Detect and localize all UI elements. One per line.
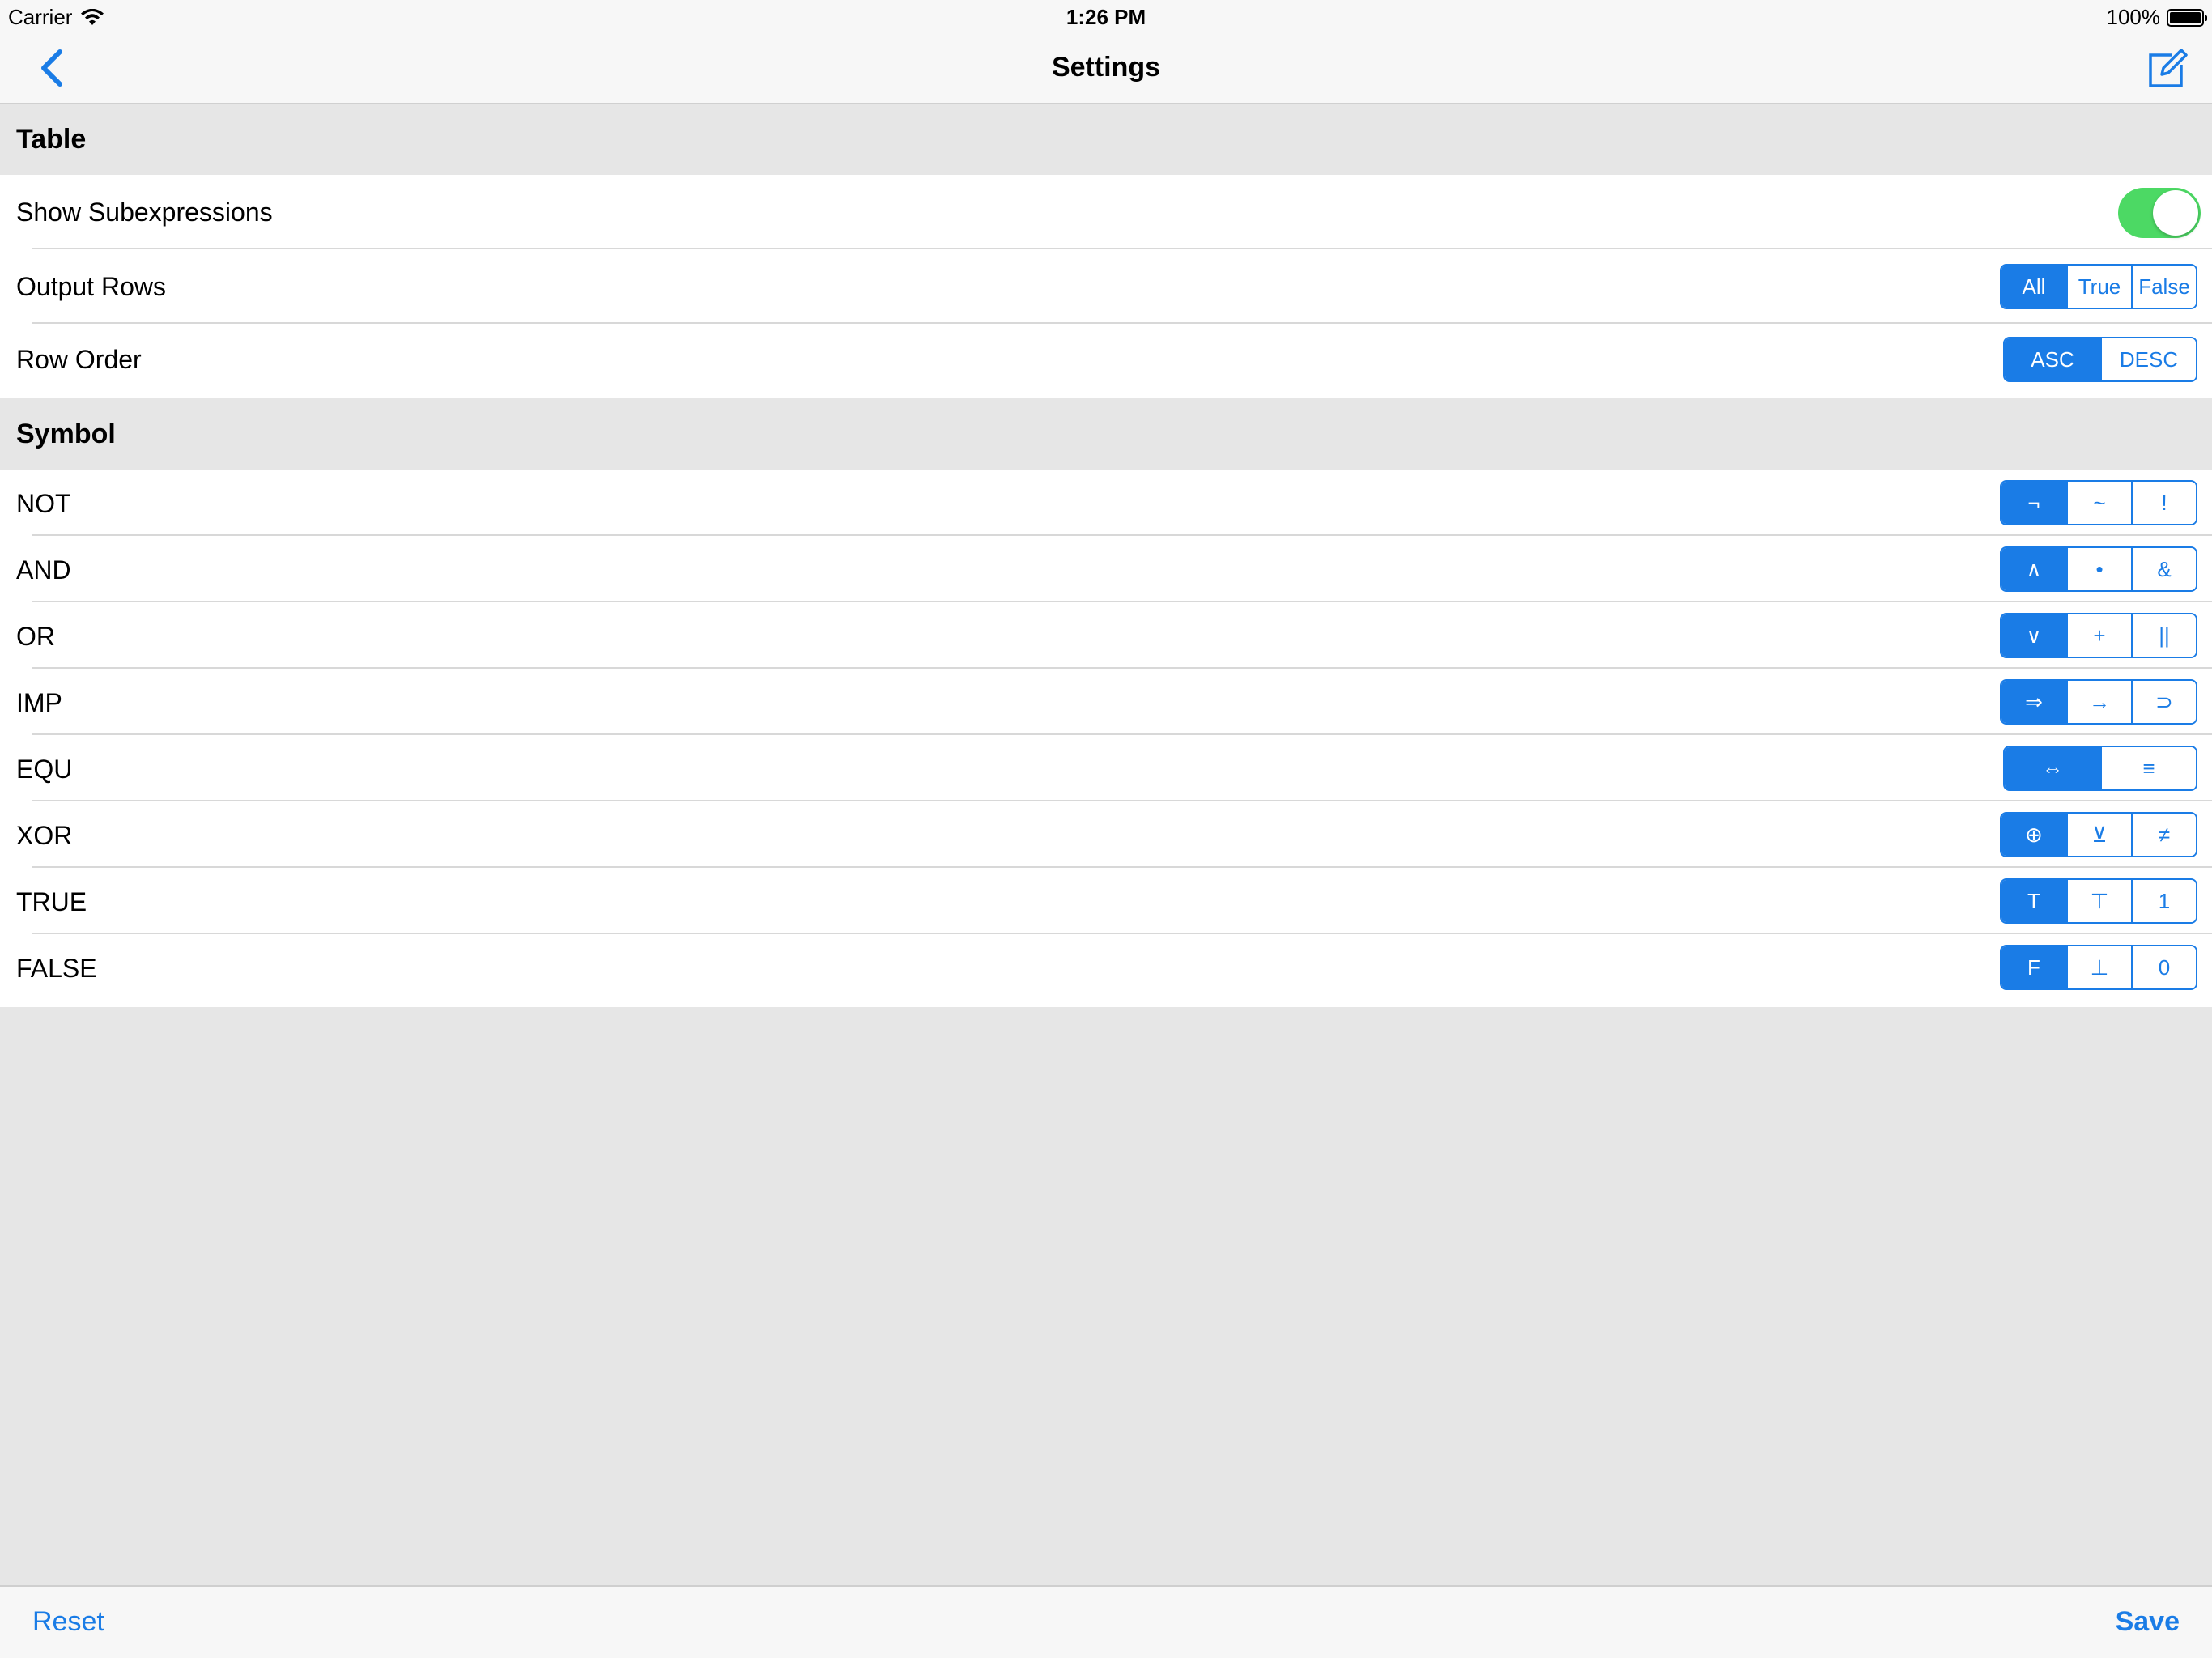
navigation-bar: Settings: [0, 32, 2212, 104]
segment-option[interactable]: !: [2131, 482, 2196, 524]
row-label: Output Rows: [16, 272, 166, 301]
compose-icon: [2149, 49, 2188, 87]
segment-desc[interactable]: DESC: [2100, 338, 2196, 380]
xor-segmented-control: ⊕ ⊻ ≠: [2000, 812, 2197, 857]
row-output-rows: Output Rows All True False: [0, 249, 2212, 324]
status-time: 1:26 PM: [1066, 5, 1146, 29]
or-segmented-control: ∨ + ||: [2000, 613, 2197, 658]
toggle-knob: [2153, 190, 2198, 236]
row-not: NOT ¬ ~ !: [0, 470, 2212, 536]
row-and: AND ∧ • &: [0, 536, 2212, 602]
segment-option[interactable]: ⊥: [2066, 946, 2131, 988]
bottom-toolbar: Reset Save: [0, 1585, 2212, 1658]
row-label: OR: [16, 622, 55, 651]
status-battery: 100%: [2106, 5, 2207, 30]
segment-option[interactable]: ⊕: [2001, 814, 2066, 856]
segment-option[interactable]: ⊃: [2131, 681, 2196, 723]
row-equ: EQU ⇔ ≡: [0, 735, 2212, 801]
segment-true[interactable]: True: [2066, 266, 2131, 308]
segment-option[interactable]: ||: [2131, 614, 2196, 657]
row-label: EQU: [16, 755, 73, 784]
segment-option[interactable]: T: [2001, 880, 2066, 922]
false-segmented-control: F ⊥ 0: [2000, 945, 2197, 990]
battery-fill: [2170, 11, 2201, 23]
row-label: FALSE: [16, 954, 97, 983]
section-header-symbol: Symbol: [0, 398, 2212, 470]
segment-option[interactable]: &: [2131, 548, 2196, 590]
segment-option[interactable]: →: [2066, 681, 2131, 723]
segment-option[interactable]: ~: [2066, 482, 2131, 524]
segment-option[interactable]: 1: [2131, 880, 2196, 922]
row-label: Show Subexpressions: [16, 198, 273, 227]
segment-option[interactable]: ∨: [2001, 614, 2066, 657]
segment-option[interactable]: ⇔: [2005, 747, 2100, 789]
status-bar: Carrier 1:26 PM 100%: [0, 0, 2212, 32]
row-or: OR ∨ + ||: [0, 602, 2212, 669]
segment-option[interactable]: F: [2001, 946, 2066, 988]
segment-option[interactable]: +: [2066, 614, 2131, 657]
reset-button[interactable]: Reset: [32, 1606, 104, 1638]
row-label: IMP: [16, 688, 62, 717]
equ-segmented-control: ⇔ ≡: [2003, 746, 2197, 791]
battery-percent: 100%: [2106, 5, 2161, 29]
segment-option[interactable]: ≡: [2100, 747, 2196, 789]
row-label: NOT: [16, 489, 71, 518]
segment-option[interactable]: 0: [2131, 946, 2196, 988]
row-false: FALSE F ⊥ 0: [0, 934, 2212, 1007]
segment-option[interactable]: ⊤: [2066, 880, 2131, 922]
segment-option[interactable]: ⇒: [2001, 681, 2066, 723]
row-row-order: Row Order ASC DESC: [0, 324, 2212, 398]
segment-option[interactable]: ¬: [2001, 482, 2066, 524]
row-xor: XOR ⊕ ⊻ ≠: [0, 801, 2212, 868]
row-label: XOR: [16, 821, 73, 850]
imp-segmented-control: ⇒ → ⊃: [2000, 679, 2197, 725]
output-rows-segmented-control: All True False: [2000, 264, 2197, 309]
page-title: Settings: [1051, 52, 1161, 83]
show-subexpressions-toggle[interactable]: [2118, 188, 2201, 238]
segment-option[interactable]: ∧: [2001, 548, 2066, 590]
save-button[interactable]: Save: [2116, 1606, 2180, 1638]
segment-option[interactable]: •: [2066, 548, 2131, 590]
segment-asc[interactable]: ASC: [2005, 338, 2100, 380]
row-label: Row Order: [16, 345, 142, 374]
settings-screen: Carrier 1:26 PM 100% Settings Table Show…: [0, 0, 2212, 1658]
true-segmented-control: T ⊤ 1: [2000, 878, 2197, 924]
segment-option[interactable]: ≠: [2131, 814, 2196, 856]
segment-all[interactable]: All: [2001, 266, 2066, 308]
row-show-subexpressions: Show Subexpressions: [0, 175, 2212, 249]
segment-false[interactable]: False: [2131, 266, 2196, 308]
battery-icon: [2167, 8, 2207, 27]
compose-button[interactable]: [2144, 45, 2189, 91]
row-true: TRUE T ⊤ 1: [0, 868, 2212, 934]
row-order-segmented-control: ASC DESC: [2003, 337, 2197, 382]
segment-option[interactable]: ⊻: [2066, 814, 2131, 856]
and-segmented-control: ∧ • &: [2000, 546, 2197, 592]
not-segmented-control: ¬ ~ !: [2000, 480, 2197, 525]
row-label: TRUE: [16, 887, 87, 916]
row-label: AND: [16, 555, 71, 585]
section-header-table: Table: [0, 104, 2212, 175]
row-imp: IMP ⇒ → ⊃: [0, 669, 2212, 735]
